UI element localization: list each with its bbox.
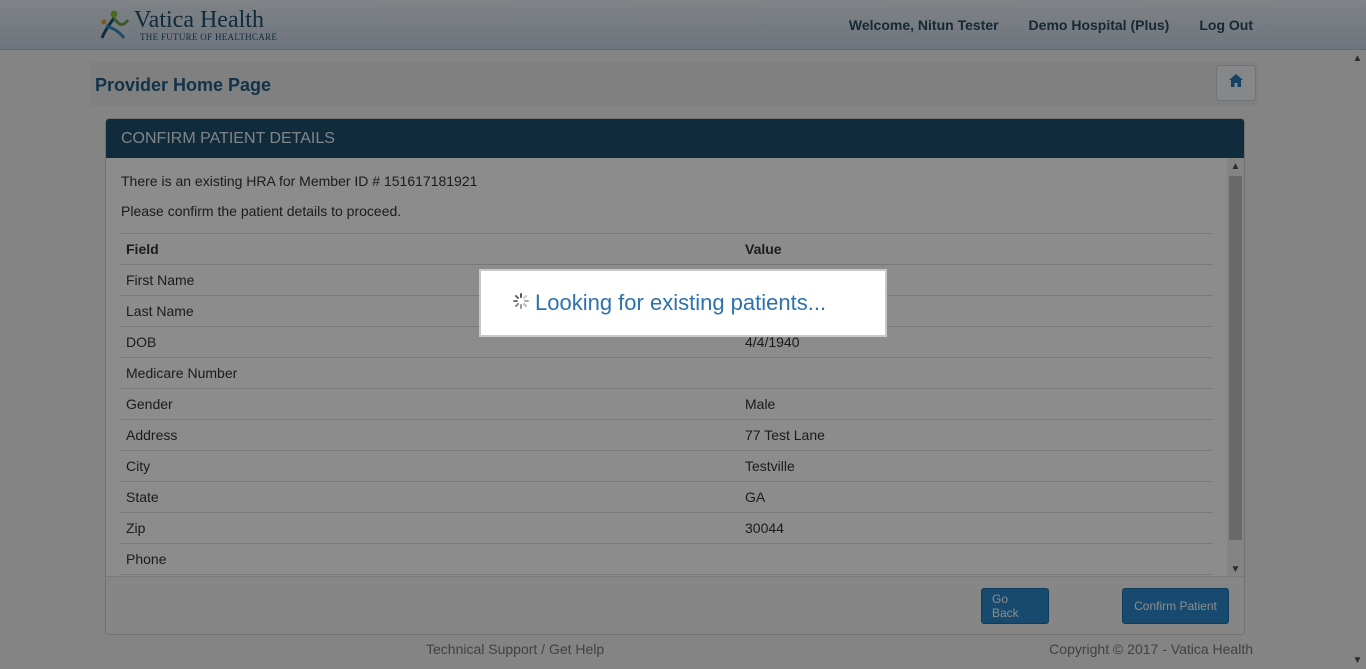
loading-text: Looking for existing patients... <box>535 290 827 315</box>
loading-dialog: Looking for existing patients... <box>479 269 887 337</box>
spinner-icon <box>513 292 529 314</box>
